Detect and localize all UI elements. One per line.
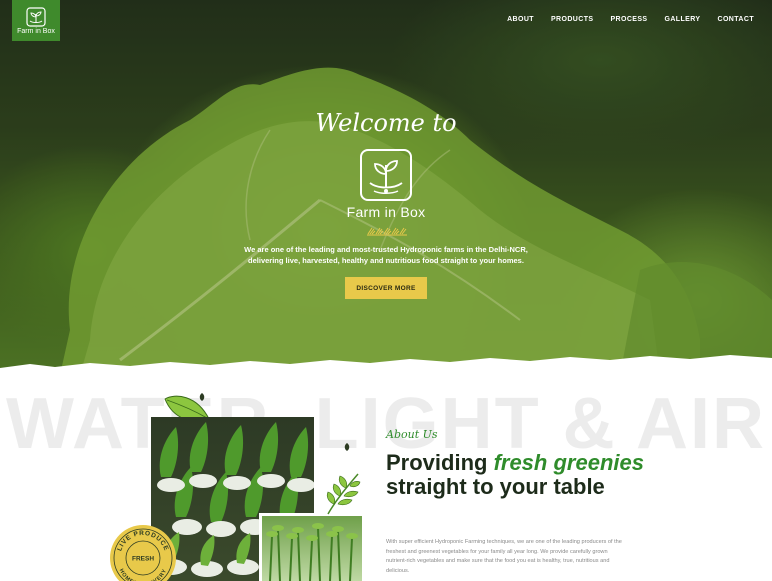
- hero-line-2: delivering live, harvested, healthy and …: [248, 256, 524, 265]
- about-title: Providing fresh greenies straight to you…: [386, 451, 646, 499]
- title-accent-1: fresh: [493, 450, 548, 475]
- main-nav: ABOUT PRODUCTS PROCESS GALLERY CONTACT: [507, 16, 754, 23]
- site-logo[interactable]: Farm in Box: [12, 0, 60, 41]
- greens-photo: [259, 513, 362, 581]
- title-accent-2: greenies: [553, 450, 644, 475]
- about-body: With super efficient Hydroponic Farming …: [386, 539, 622, 574]
- logo-text: Farm in Box: [17, 27, 55, 35]
- plant-in-box-icon: [360, 149, 412, 201]
- nav-item-gallery[interactable]: GALLERY: [665, 16, 701, 23]
- logo-plant-icon: [26, 6, 46, 27]
- title-part-1: Providing: [386, 450, 494, 475]
- discover-more-button[interactable]: DISCOVER MORE: [345, 277, 427, 299]
- stamp-center-text: FRESH: [132, 556, 154, 563]
- nav-item-products[interactable]: PRODUCTS: [551, 16, 593, 23]
- about-label: About Us: [386, 428, 438, 441]
- hero-section: Farm in Box ABOUT PRODUCTS PROCESS GALLE…: [0, 0, 772, 375]
- wheat-divider-icon: [367, 227, 407, 236]
- nav-item-contact[interactable]: CONTACT: [718, 16, 755, 23]
- brand-name: Farm in Box: [346, 204, 426, 220]
- seed-icon: [344, 443, 350, 451]
- torn-paper-divider: [0, 355, 772, 375]
- nav-item-process[interactable]: PROCESS: [610, 16, 647, 23]
- title-part-2: straight to your table: [386, 474, 605, 499]
- welcome-heading: Welcome to: [315, 109, 457, 137]
- hero-description: We are one of the leading and most-trust…: [0, 244, 772, 266]
- seed-icon: [199, 393, 205, 401]
- hero-line-1: We are one of the leading and most-trust…: [244, 245, 528, 254]
- nav-item-about[interactable]: ABOUT: [507, 16, 534, 23]
- fresh-produce-stamp: LIVE PRODUCE HOMES DELIVERY FRESH: [110, 525, 176, 581]
- fern-leaf-icon: [326, 473, 361, 515]
